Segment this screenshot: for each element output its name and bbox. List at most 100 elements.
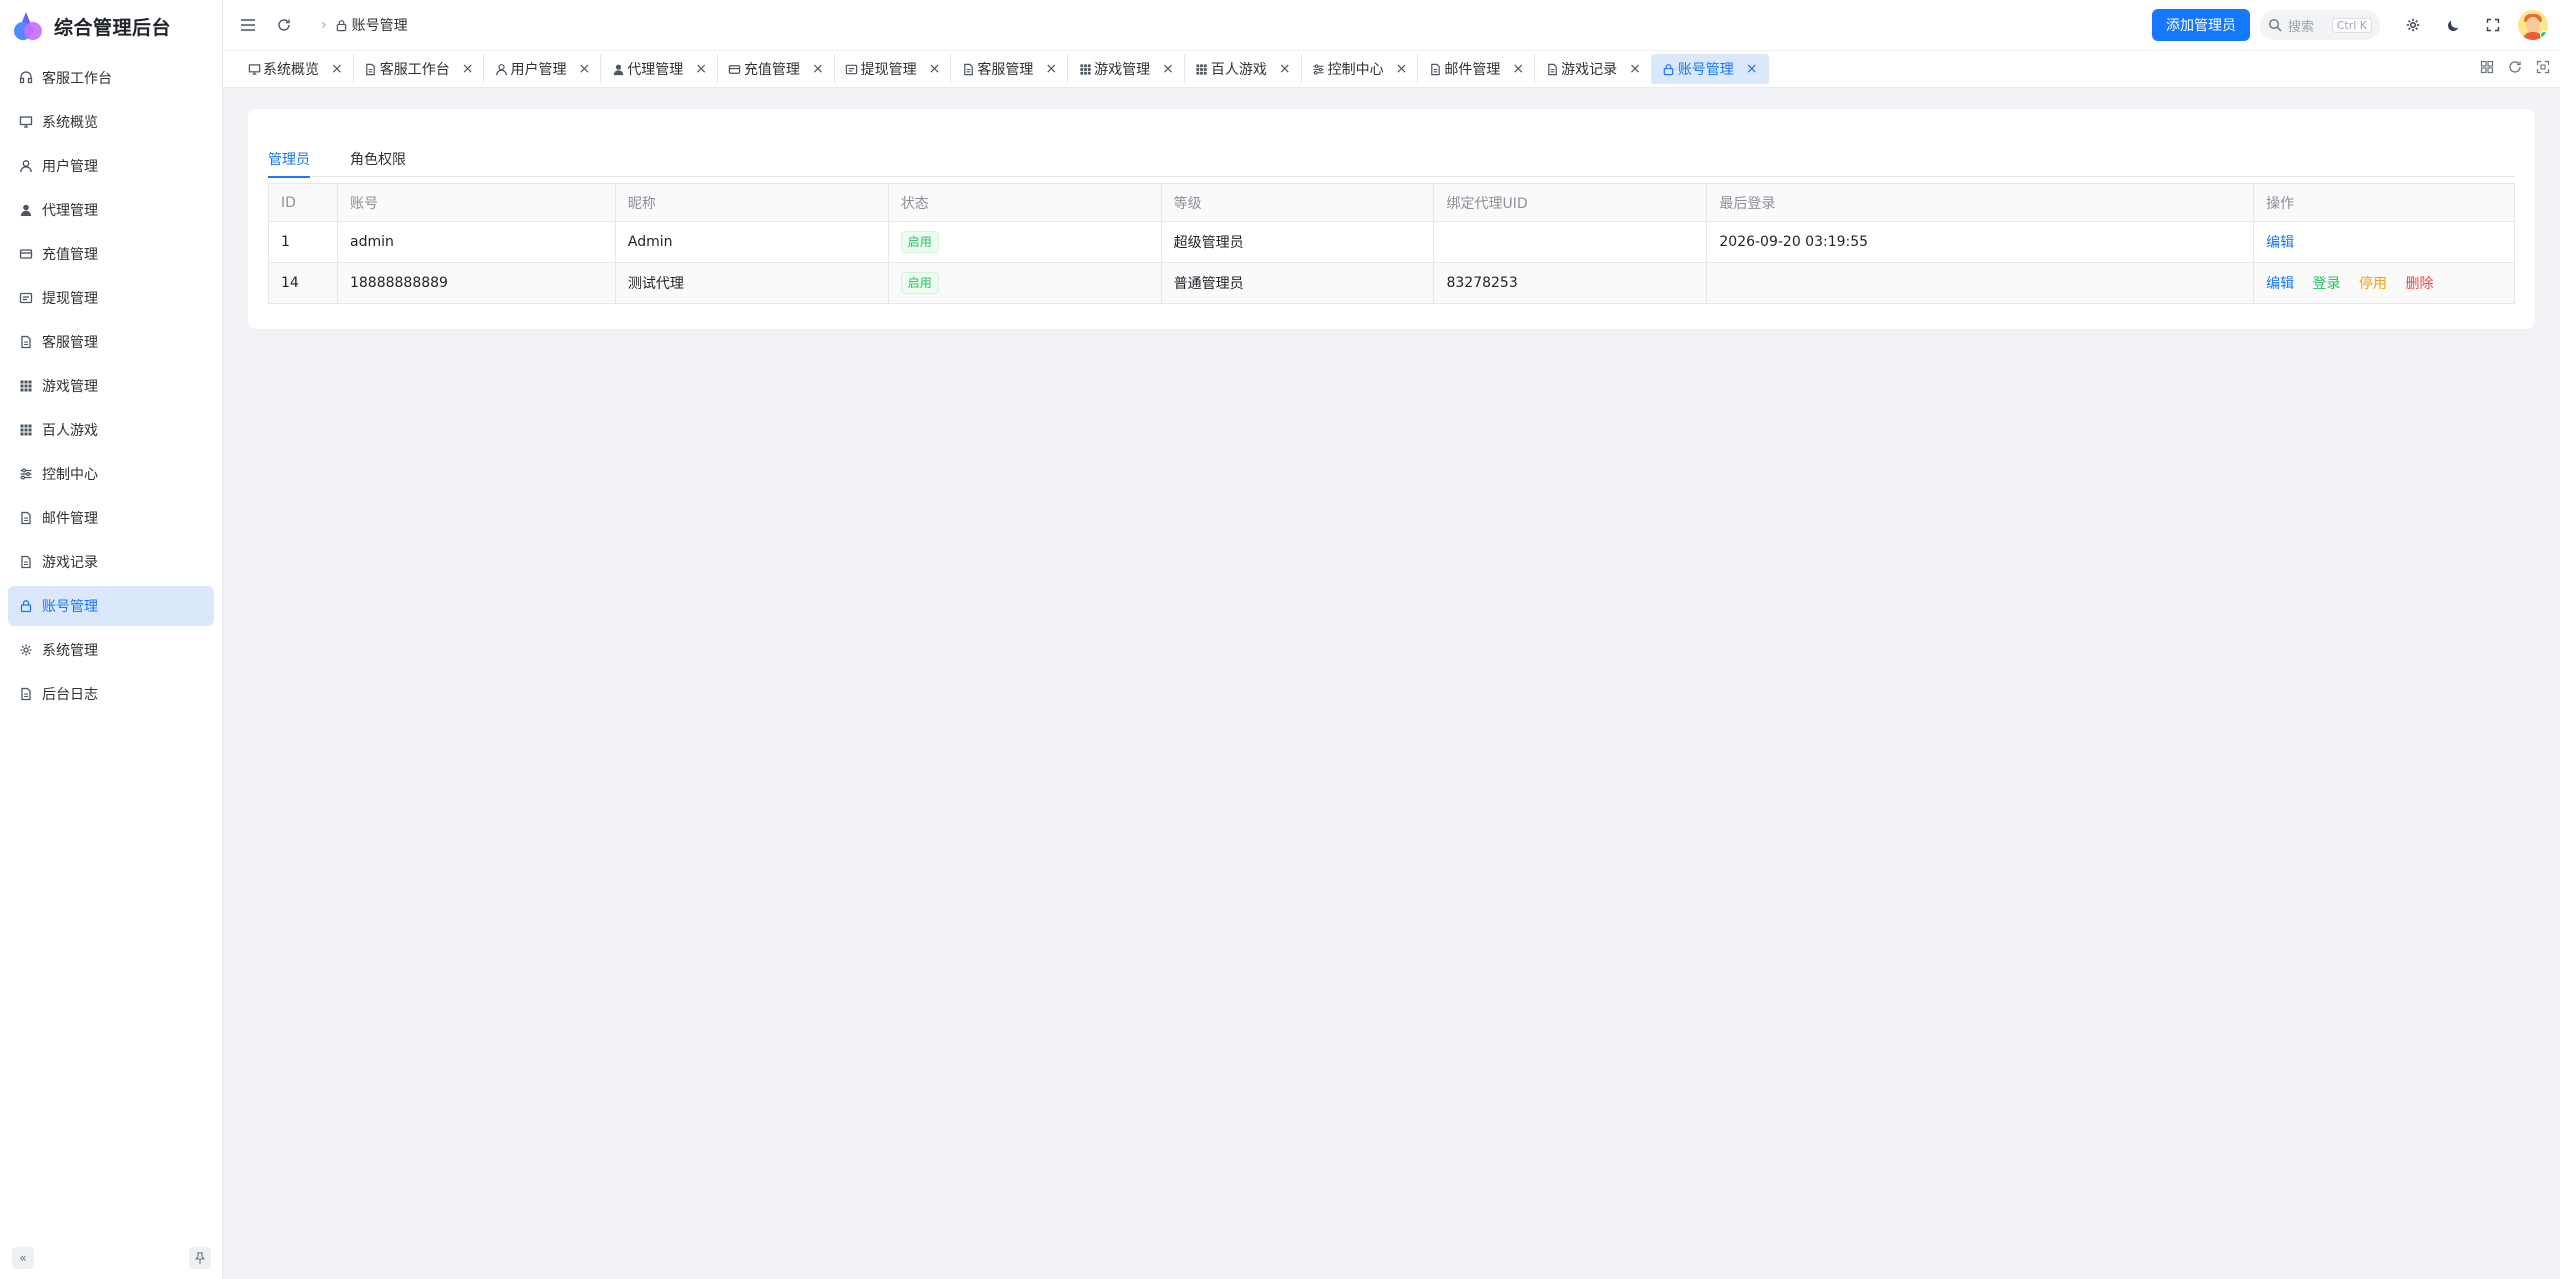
sidebar-footer: «	[0, 1247, 223, 1271]
tab-label: 邮件管理	[1444, 62, 1501, 78]
dark-mode-moon-icon[interactable]	[2438, 10, 2468, 40]
login-as-button[interactable]: 登录	[2313, 276, 2341, 292]
headset-icon	[18, 70, 34, 86]
reload-tab-icon[interactable]	[2508, 60, 2522, 78]
grid-icon	[1195, 62, 1209, 76]
refresh-icon[interactable]	[269, 10, 299, 40]
close-icon[interactable]: ×	[578, 61, 590, 77]
tab-label: 控制中心	[1327, 62, 1384, 78]
collapse-sidebar-icon[interactable]: «	[12, 1247, 34, 1269]
close-icon[interactable]: ×	[1279, 61, 1291, 77]
subtab-admins[interactable]: 管理员	[268, 135, 310, 178]
maximize-content-icon[interactable]	[2536, 60, 2550, 78]
sidebar-item-overview[interactable]: 系统概览	[8, 102, 214, 142]
close-icon[interactable]: ×	[812, 61, 824, 77]
tab-withdraw[interactable]: 提现管理 ×	[835, 54, 952, 84]
delete-button[interactable]: 删除	[2405, 276, 2433, 292]
doc-icon	[961, 62, 975, 76]
tab-label: 客服工作台	[379, 62, 450, 78]
table-row: 14 18888888889 测试代理 启用 普通管理员 83278253 编辑…	[268, 262, 2515, 304]
app-logo[interactable]: 综合管理后台	[0, 0, 222, 52]
cell-last-login	[1706, 262, 2255, 304]
sidebar-item-mail[interactable]: 邮件管理	[8, 498, 214, 538]
disable-button[interactable]: 停用	[2359, 276, 2387, 292]
sidebar-item-label: 客服工作台	[42, 71, 112, 87]
sidebar-item-hundred-games[interactable]: 百人游戏	[8, 410, 214, 450]
edit-button[interactable]: 编辑	[2266, 276, 2294, 292]
tab-label: 提现管理	[860, 62, 917, 78]
tab-overview[interactable]: 系统概览 ×	[237, 54, 354, 84]
tab-hundred-games[interactable]: 百人游戏 ×	[1185, 54, 1302, 84]
settings-gear-icon[interactable]	[2398, 10, 2428, 40]
close-icon[interactable]: ×	[1512, 61, 1524, 77]
close-icon[interactable]: ×	[695, 61, 707, 77]
user-avatar[interactable]	[2518, 10, 2548, 40]
lock-icon	[1662, 62, 1676, 76]
column-header: 最后登录	[1706, 183, 2255, 222]
sidebar-item-control-center[interactable]: 控制中心	[8, 454, 214, 494]
sidebar-item-label: 账号管理	[42, 599, 98, 615]
sidebar-item-game-records[interactable]: 游戏记录	[8, 542, 214, 582]
sidebar-item-accounts[interactable]: 账号管理	[8, 586, 214, 626]
cell-status: 启用	[887, 262, 1162, 304]
header-actions: 添加管理员 搜索 Ctrl K	[2152, 9, 2560, 41]
column-header: ID	[268, 183, 338, 222]
sidebar-item-recharge[interactable]: 充值管理	[8, 234, 214, 274]
monitor-icon	[247, 62, 261, 76]
tab-games[interactable]: 游戏管理 ×	[1068, 54, 1185, 84]
table-row: 1 admin Admin 启用 超级管理员 2026-09-20 03:19:…	[268, 221, 2515, 263]
tab-agents[interactable]: 代理管理 ×	[601, 54, 718, 84]
sidebar-item-cs-workbench[interactable]: 客服工作台	[8, 58, 214, 98]
sidebar-item-logs[interactable]: 后台日志	[8, 674, 214, 714]
sidebar-item-agents[interactable]: 代理管理	[8, 190, 214, 230]
tab-label: 用户管理	[510, 62, 567, 78]
tab-accounts[interactable]: 账号管理 ×	[1651, 54, 1769, 84]
close-icon[interactable]: ×	[462, 61, 474, 77]
sidebar-item-cs-management[interactable]: 客服管理	[8, 322, 214, 362]
tab-mail[interactable]: 邮件管理 ×	[1418, 54, 1536, 84]
wallet-icon	[18, 290, 34, 306]
sidebar-item-users[interactable]: 用户管理	[8, 146, 214, 186]
sidebar-item-games[interactable]: 游戏管理	[8, 366, 214, 406]
doc-icon	[1545, 62, 1559, 76]
close-icon[interactable]: ×	[1629, 61, 1641, 77]
search-icon	[2268, 18, 2282, 32]
close-icon[interactable]: ×	[929, 61, 941, 77]
account-management-card: 管理员 角色权限 ID 账号 昵称 状态 等级 绑定代理UID 最后登录 操作 …	[248, 109, 2535, 329]
tab-label: 充值管理	[743, 62, 800, 78]
search-placeholder: 搜索	[2288, 19, 2315, 35]
tab-cs-management[interactable]: 客服管理 ×	[951, 54, 1069, 84]
add-admin-button[interactable]: 添加管理员	[2152, 9, 2250, 41]
doc-icon	[18, 554, 34, 570]
tab-control-center[interactable]: 控制中心 ×	[1302, 54, 1419, 84]
menu-toggle-icon[interactable]	[233, 10, 263, 40]
subtab-role-permissions[interactable]: 角色权限	[350, 135, 406, 177]
tab-cs-workbench[interactable]: 客服工作台 ×	[354, 54, 485, 84]
close-icon[interactable]: ×	[1045, 61, 1057, 77]
tab-users[interactable]: 用户管理 ×	[484, 54, 602, 84]
sidebar-item-system[interactable]: 系统管理	[8, 630, 214, 670]
sidebar-item-withdraw[interactable]: 提现管理	[8, 278, 214, 318]
tab-recharge[interactable]: 充值管理 ×	[718, 54, 835, 84]
close-icon[interactable]: ×	[331, 61, 343, 77]
pin-icon[interactable]	[189, 1247, 211, 1269]
cell-last-login: 2026-09-20 03:19:55	[1706, 221, 2255, 263]
breadcrumb-current[interactable]: 账号管理	[352, 15, 408, 35]
cell-agent-uid	[1433, 221, 1708, 263]
fullscreen-icon[interactable]	[2478, 10, 2508, 40]
search-input[interactable]: 搜索 Ctrl K	[2260, 10, 2380, 40]
lock-icon	[335, 19, 348, 32]
grid-icon	[18, 422, 34, 438]
status-badge: 启用	[900, 231, 939, 253]
gear-icon	[18, 642, 34, 658]
user-solid-icon	[18, 202, 34, 218]
cell-account: admin	[336, 221, 616, 263]
tab-game-records[interactable]: 游戏记录 ×	[1535, 54, 1652, 84]
close-icon[interactable]: ×	[1162, 61, 1174, 77]
tab-label: 代理管理	[627, 62, 684, 78]
layout-grid-icon[interactable]	[2480, 60, 2494, 78]
close-icon[interactable]: ×	[1396, 61, 1408, 77]
close-icon[interactable]: ×	[1746, 61, 1758, 77]
doc-icon	[18, 510, 34, 526]
edit-button[interactable]: 编辑	[2266, 235, 2294, 251]
